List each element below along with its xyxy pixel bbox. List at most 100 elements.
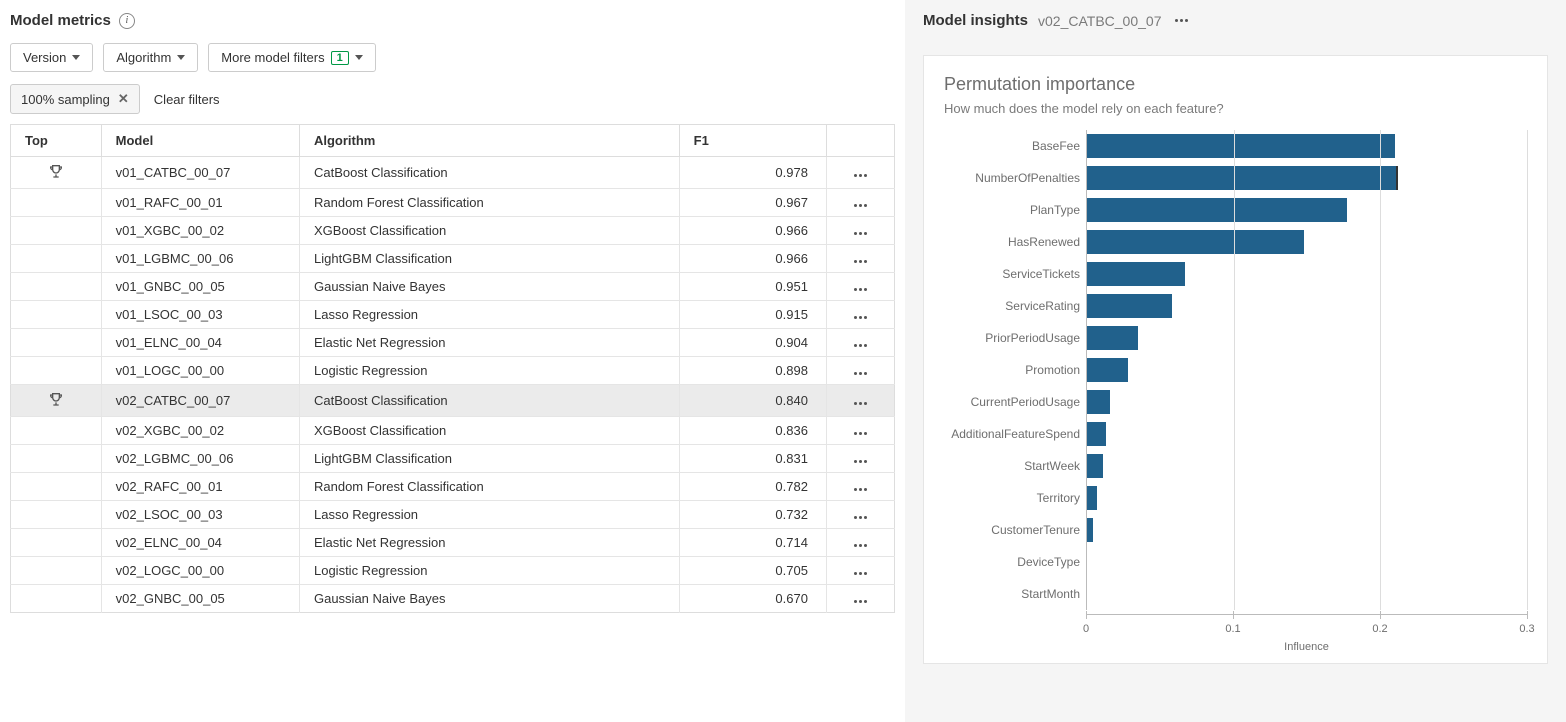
info-icon[interactable]: i — [119, 13, 135, 29]
table-row[interactable]: v01_LOGC_00_00Logistic Regression0.898 — [11, 357, 895, 385]
table-row[interactable]: v02_LOGC_00_00Logistic Regression0.705 — [11, 557, 895, 585]
chevron-down-icon — [72, 55, 80, 60]
algorithm-cell: CatBoost Classification — [299, 385, 679, 417]
table-row[interactable]: v01_CATBC_00_07CatBoost Classification0.… — [11, 157, 895, 189]
version-filter-button[interactable]: Version — [10, 43, 93, 72]
chart-category-label: AdditionalFeatureSpend — [944, 418, 1086, 450]
trophy-cell — [11, 557, 102, 585]
f1-cell: 0.732 — [679, 501, 826, 529]
col-header-algorithm[interactable]: Algorithm — [299, 125, 679, 157]
row-actions-button[interactable] — [854, 600, 867, 603]
f1-cell: 0.966 — [679, 245, 826, 273]
chevron-down-icon — [355, 55, 363, 60]
metrics-table: Top Model Algorithm F1 v01_CATBC_00_07Ca… — [10, 124, 895, 613]
row-actions-button[interactable] — [854, 204, 867, 207]
chart-category-label: CustomerTenure — [944, 514, 1086, 546]
chart-bar[interactable] — [1087, 230, 1304, 254]
table-row[interactable]: v02_GNBC_00_05Gaussian Naive Bayes0.670 — [11, 585, 895, 613]
model-name-cell: v02_LOGC_00_00 — [101, 557, 299, 585]
chart-bar-row — [1087, 194, 1527, 226]
chart-tick-label: 0.2 — [1372, 623, 1387, 635]
row-actions-button[interactable] — [854, 488, 867, 491]
chart-bar[interactable] — [1087, 486, 1097, 510]
trophy-cell — [11, 473, 102, 501]
row-actions-button[interactable] — [854, 372, 867, 375]
more-filters-button[interactable]: More model filters 1 — [208, 43, 375, 72]
model-name-cell: v01_GNBC_00_05 — [101, 273, 299, 301]
chart-bar[interactable] — [1087, 454, 1103, 478]
algorithm-cell: Gaussian Naive Bayes — [299, 585, 679, 613]
clear-filters-link[interactable]: Clear filters — [154, 92, 220, 107]
row-actions-button[interactable] — [854, 572, 867, 575]
chevron-down-icon — [177, 55, 185, 60]
chart-bar[interactable] — [1087, 518, 1093, 542]
table-row[interactable]: v02_XGBC_00_02XGBoost Classification0.83… — [11, 417, 895, 445]
row-actions-button[interactable] — [854, 544, 867, 547]
row-actions-button[interactable] — [854, 288, 867, 291]
chart-bar[interactable] — [1087, 262, 1185, 286]
chart-bar[interactable] — [1087, 166, 1398, 190]
row-actions-button[interactable] — [854, 174, 867, 177]
chart-bar-row — [1087, 578, 1527, 610]
insights-more-button[interactable] — [1175, 19, 1188, 22]
row-actions-button[interactable] — [854, 432, 867, 435]
algorithm-cell: XGBoost Classification — [299, 417, 679, 445]
col-header-f1[interactable]: F1 — [679, 125, 826, 157]
row-actions-button[interactable] — [854, 260, 867, 263]
model-name-cell: v02_ELNC_00_04 — [101, 529, 299, 557]
chart-bar[interactable] — [1087, 294, 1172, 318]
table-row[interactable]: v02_LGBMC_00_06LightGBM Classification0.… — [11, 445, 895, 473]
algorithm-cell: Lasso Regression — [299, 501, 679, 529]
f1-cell: 0.840 — [679, 385, 826, 417]
f1-cell: 0.966 — [679, 217, 826, 245]
model-name-cell: v01_RAFC_00_01 — [101, 189, 299, 217]
model-name-cell: v01_LOGC_00_00 — [101, 357, 299, 385]
row-actions-button[interactable] — [854, 516, 867, 519]
table-row[interactable]: v01_ELNC_00_04Elastic Net Regression0.90… — [11, 329, 895, 357]
trophy-cell — [11, 301, 102, 329]
table-row[interactable]: v01_RAFC_00_01Random Forest Classificati… — [11, 189, 895, 217]
algorithm-cell: Logistic Regression — [299, 357, 679, 385]
active-filter-chip[interactable]: 100% sampling ✕ — [10, 84, 140, 114]
more-filters-count: 1 — [331, 51, 349, 65]
chart-plot-area — [1086, 130, 1527, 610]
chart-category-label: DeviceType — [944, 546, 1086, 578]
model-name-cell: v02_XGBC_00_02 — [101, 417, 299, 445]
chart-bar[interactable] — [1087, 422, 1106, 446]
table-row[interactable]: v02_RAFC_00_01Random Forest Classificati… — [11, 473, 895, 501]
trophy-cell — [11, 385, 102, 417]
chart-bar[interactable] — [1087, 358, 1128, 382]
chart-category-label: NumberOfPenalties — [944, 162, 1086, 194]
close-icon[interactable]: ✕ — [118, 91, 129, 107]
table-row[interactable]: v02_LSOC_00_03Lasso Regression0.732 — [11, 501, 895, 529]
trophy-cell — [11, 245, 102, 273]
trophy-cell — [11, 357, 102, 385]
chart-category-label: PlanType — [944, 194, 1086, 226]
chart-bar[interactable] — [1087, 326, 1138, 350]
chart-category-label: ServiceTickets — [944, 258, 1086, 290]
chart-bar[interactable] — [1087, 134, 1395, 158]
table-row[interactable]: v01_XGBC_00_02XGBoost Classification0.96… — [11, 217, 895, 245]
model-metrics-pane: Model metrics i Version Algorithm More m… — [0, 0, 905, 722]
chart-x-title: Influence — [1086, 641, 1527, 653]
algorithm-filter-button[interactable]: Algorithm — [103, 43, 198, 72]
row-actions-button[interactable] — [854, 460, 867, 463]
row-actions-button[interactable] — [854, 316, 867, 319]
row-actions-button[interactable] — [854, 402, 867, 405]
table-row[interactable]: v02_ELNC_00_04Elastic Net Regression0.71… — [11, 529, 895, 557]
chart-bar[interactable] — [1087, 198, 1347, 222]
row-actions-button[interactable] — [854, 232, 867, 235]
table-row[interactable]: v01_LGBMC_00_06LightGBM Classification0.… — [11, 245, 895, 273]
table-row[interactable]: v02_CATBC_00_07CatBoost Classification0.… — [11, 385, 895, 417]
chart-bar-row — [1087, 354, 1527, 386]
col-header-model[interactable]: Model — [101, 125, 299, 157]
chart-bar-row — [1087, 386, 1527, 418]
chart-bar[interactable] — [1087, 390, 1110, 414]
col-header-top[interactable]: Top — [11, 125, 102, 157]
table-row[interactable]: v01_GNBC_00_05Gaussian Naive Bayes0.951 — [11, 273, 895, 301]
row-actions-button[interactable] — [854, 344, 867, 347]
table-row[interactable]: v01_LSOC_00_03Lasso Regression0.915 — [11, 301, 895, 329]
model-name-cell: v02_LGBMC_00_06 — [101, 445, 299, 473]
chart-bar-row — [1087, 418, 1527, 450]
model-name-cell: v02_RAFC_00_01 — [101, 473, 299, 501]
